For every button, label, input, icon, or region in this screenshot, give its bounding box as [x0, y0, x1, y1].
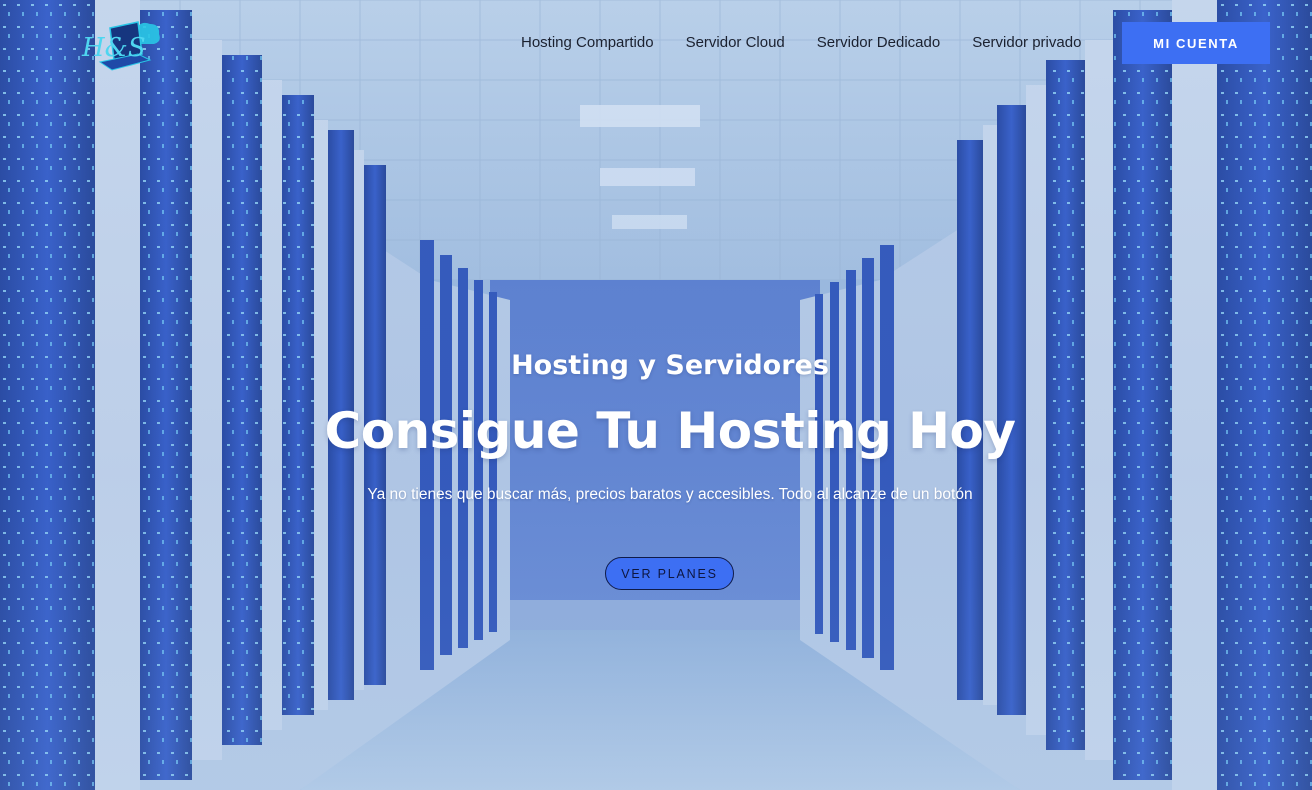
- hero-kicker: Hosting y Servidores: [511, 350, 829, 381]
- ver-planes-button[interactable]: VER PLANES: [605, 557, 734, 590]
- main-nav: Hosting Compartido Servidor Cloud Servid…: [505, 32, 1097, 53]
- landing-page: H&S Hosting Compartido Servidor Cloud Se…: [0, 0, 1312, 790]
- nav-servidor-privado[interactable]: Servidor privado: [956, 32, 1097, 53]
- nav-servidor-cloud[interactable]: Servidor Cloud: [670, 32, 801, 53]
- nav-hosting-compartido[interactable]: Hosting Compartido: [505, 32, 670, 53]
- mi-cuenta-button[interactable]: MI CUENTA: [1122, 22, 1270, 64]
- hero-title: Consigue Tu Hosting Hoy: [324, 402, 1016, 460]
- laptop-cloud-logo-icon: H&S: [81, 21, 160, 71]
- nav-servidor-dedicado[interactable]: Servidor Dedicado: [801, 32, 956, 53]
- background-server-room: [0, 0, 1312, 790]
- logo-text: H&S: [81, 33, 146, 63]
- hero-subtitle: Ya no tienes que buscar más, precios bar…: [367, 486, 973, 503]
- site-logo[interactable]: H&S: [80, 12, 162, 74]
